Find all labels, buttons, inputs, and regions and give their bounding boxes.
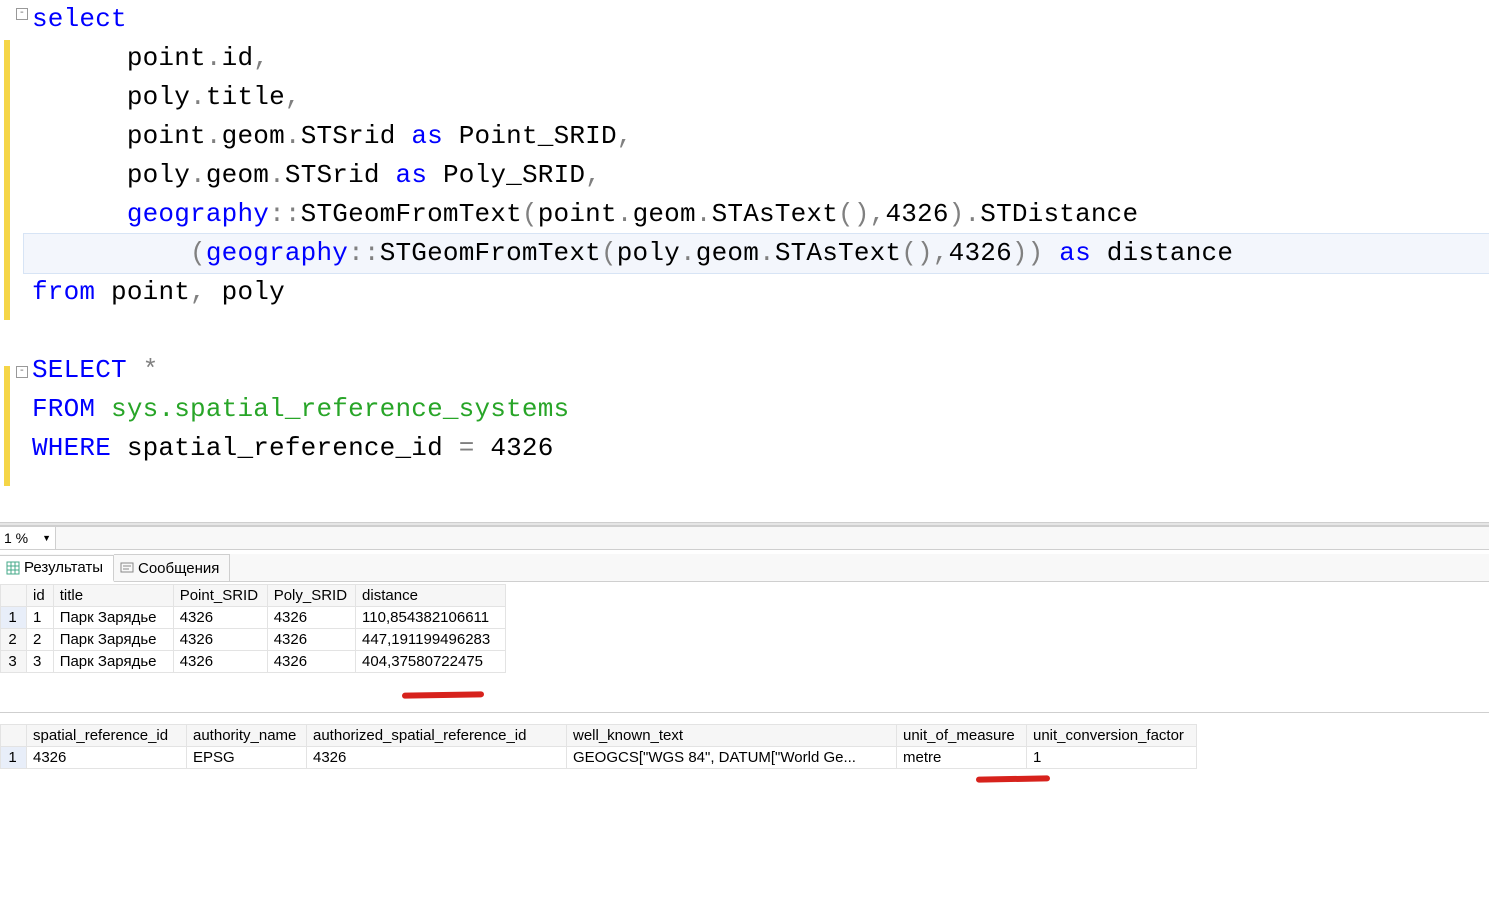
col-rownum[interactable]: [1, 725, 27, 747]
code-line[interactable]: point.id,: [32, 39, 1489, 78]
cell-srid[interactable]: 4326: [27, 747, 187, 769]
cell-point-srid[interactable]: 4326: [173, 651, 267, 673]
message-icon: [120, 561, 134, 575]
header-row: spatial_reference_id authority_name auth…: [1, 725, 1197, 747]
col-rownum[interactable]: [1, 585, 27, 607]
cell-point-srid[interactable]: 4326: [173, 629, 267, 651]
cell-poly-srid[interactable]: 4326: [267, 629, 355, 651]
cell-point-srid[interactable]: 4326: [173, 607, 267, 629]
col-auth-srid[interactable]: authorized_spatial_reference_id: [307, 725, 567, 747]
code-line[interactable]: poly.title,: [32, 78, 1489, 117]
zoom-dropdown[interactable]: 1 % ▼: [0, 527, 56, 549]
cell-uom[interactable]: metre: [897, 747, 1027, 769]
cell-distance[interactable]: 404,37580722475: [356, 651, 506, 673]
results-tabs: Результаты Сообщения: [0, 554, 1489, 582]
cell-title[interactable]: Парк Зарядье: [53, 629, 173, 651]
tab-results[interactable]: Результаты: [0, 555, 114, 582]
header-row: id title Point_SRID Poly_SRID distance: [1, 585, 506, 607]
code-line[interactable]: poly.geom.STSrid as Poly_SRID,: [32, 156, 1489, 195]
cell-id[interactable]: 3: [27, 651, 54, 673]
cell-ucf[interactable]: 1: [1027, 747, 1197, 769]
results-grid-2[interactable]: spatial_reference_id authority_name auth…: [0, 724, 1489, 769]
cell-poly-srid[interactable]: 4326: [267, 607, 355, 629]
row-number[interactable]: 1: [1, 607, 27, 629]
col-poly-srid[interactable]: Poly_SRID: [267, 585, 355, 607]
code-line[interactable]: select: [32, 0, 1489, 39]
col-title[interactable]: title: [53, 585, 173, 607]
col-id[interactable]: id: [27, 585, 54, 607]
tab-label: Сообщения: [138, 560, 219, 577]
code-line[interactable]: geography::STGeomFromText(point.geom.STA…: [32, 195, 1489, 234]
annotation-underline: [402, 691, 484, 698]
col-point-srid[interactable]: Point_SRID: [173, 585, 267, 607]
cell-auth-srid[interactable]: 4326: [307, 747, 567, 769]
col-distance[interactable]: distance: [356, 585, 506, 607]
sql-editor[interactable]: - - select point.id, poly.title, point.g…: [0, 0, 1489, 468]
table-row[interactable]: 3 3 Парк Зарядье 4326 4326 404,375807224…: [1, 651, 506, 673]
row-number[interactable]: 1: [1, 747, 27, 769]
row-number[interactable]: 2: [1, 629, 27, 651]
status-bar: 1 % ▼: [0, 526, 1489, 550]
change-marker: [4, 366, 10, 486]
cell-title[interactable]: Парк Зарядье: [53, 651, 173, 673]
cell-poly-srid[interactable]: 4326: [267, 651, 355, 673]
chevron-down-icon: ▼: [42, 533, 51, 543]
change-marker: [4, 40, 10, 320]
table-row[interactable]: 1 4326 EPSG 4326 GEOGCS["WGS 84", DATUM[…: [1, 747, 1197, 769]
code-line[interactable]: FROM sys.spatial_reference_systems: [32, 390, 1489, 429]
outline-toggle-icon[interactable]: -: [16, 366, 28, 378]
cell-title[interactable]: Парк Зарядье: [53, 607, 173, 629]
code-line[interactable]: WHERE spatial_reference_id = 4326: [32, 429, 1489, 468]
row-number[interactable]: 3: [1, 651, 27, 673]
col-auth[interactable]: authority_name: [187, 725, 307, 747]
tab-label: Результаты: [24, 559, 103, 576]
tab-messages[interactable]: Сообщения: [114, 554, 230, 581]
outline-toggle-icon[interactable]: -: [16, 8, 28, 20]
table-row[interactable]: 1 1 Парк Зарядье 4326 4326 110,854382106…: [1, 607, 506, 629]
table-row[interactable]: 2 2 Парк Зарядье 4326 4326 447,191199496…: [1, 629, 506, 651]
zoom-value: 1 %: [4, 530, 28, 546]
cell-id[interactable]: 1: [27, 607, 54, 629]
editor-gutter: - -: [0, 0, 32, 468]
col-wkt[interactable]: well_known_text: [567, 725, 897, 747]
col-uom[interactable]: unit_of_measure: [897, 725, 1027, 747]
grid-splitter[interactable]: [0, 712, 1489, 722]
cell-distance[interactable]: 110,854382106611: [356, 607, 506, 629]
cell-auth[interactable]: EPSG: [187, 747, 307, 769]
col-srid[interactable]: spatial_reference_id: [27, 725, 187, 747]
code-line[interactable]: point.geom.STSrid as Point_SRID,: [32, 117, 1489, 156]
cell-wkt[interactable]: GEOGCS["WGS 84", DATUM["World Ge...: [567, 747, 897, 769]
cell-distance[interactable]: 447,191199496283: [356, 629, 506, 651]
annotation-underline: [976, 775, 1050, 782]
code-line-blank[interactable]: [32, 312, 1489, 351]
col-ucf[interactable]: unit_conversion_factor: [1027, 725, 1197, 747]
code-line-current[interactable]: (geography::STGeomFromText(poly.geom.STA…: [24, 234, 1489, 273]
grid-icon: [6, 561, 20, 575]
results-grid-1[interactable]: id title Point_SRID Poly_SRID distance 1…: [0, 584, 1489, 673]
code-line[interactable]: from point, poly: [32, 273, 1489, 312]
code-line[interactable]: SELECT *: [32, 351, 1489, 390]
cell-id[interactable]: 2: [27, 629, 54, 651]
